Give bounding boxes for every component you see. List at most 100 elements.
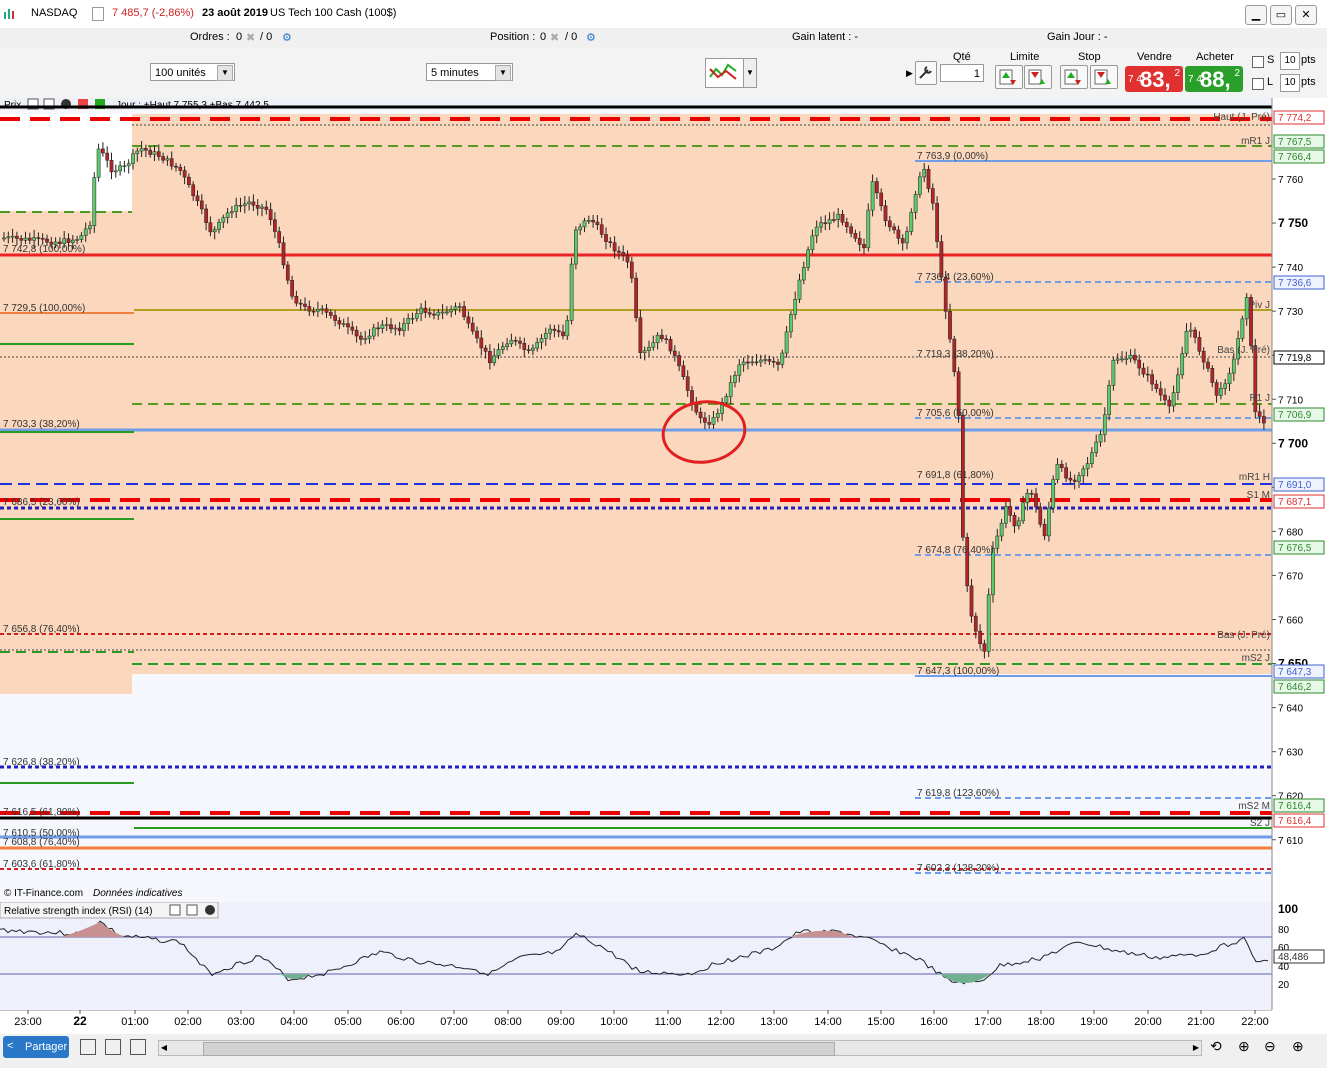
candle-body [479, 337, 484, 349]
chart-style-button[interactable] [705, 58, 745, 88]
candle-body [617, 250, 621, 253]
price-change: 7 485,7 (-2,86%) [112, 7, 194, 19]
buy-limit-button[interactable] [995, 65, 1023, 89]
chevron-down-icon[interactable]: ▼ [495, 65, 511, 81]
time-tick-label: 02:00 [174, 1016, 202, 1028]
price-tag-label: 7 646,2 [1278, 682, 1312, 693]
zoom-in-icon[interactable]: ⊕ [1292, 1038, 1308, 1054]
qty-input[interactable]: 1 [940, 64, 984, 82]
buy-label: Acheter [1196, 51, 1234, 63]
price-chart[interactable]: Prix Jour : +Haut 7 755,3 +Bas 7 442,5 7… [0, 98, 1327, 902]
calculator-icon[interactable] [105, 1039, 121, 1055]
candle-body [698, 411, 703, 419]
wrench-icon[interactable] [169, 904, 181, 916]
zoom-fit-icon[interactable]: ⊕ [1238, 1038, 1254, 1054]
candle-body [629, 261, 634, 279]
refresh-icon[interactable]: ⟲ [1210, 1038, 1226, 1054]
time-tick-label: 12:00 [707, 1016, 735, 1028]
share-button[interactable]: < Partager [3, 1036, 69, 1058]
stop-pts-label: pts [1301, 54, 1316, 66]
buy-stop-button[interactable] [1060, 65, 1088, 89]
candle-body [397, 327, 402, 331]
candle-body [561, 331, 565, 337]
position-settings-icon[interactable]: ⚙ [586, 31, 596, 44]
stop-points-input[interactable]: 10 [1280, 52, 1300, 70]
candle-body [505, 343, 509, 347]
buy-button[interactable]: 7 4 88, 2 [1185, 66, 1243, 92]
price-tick-label: 7 610 [1278, 836, 1303, 847]
sell-stop-icon [1094, 69, 1111, 85]
candle-body [260, 206, 264, 209]
maximize-button[interactable]: ▭ [1270, 5, 1292, 25]
zoom-out-icon[interactable]: ⊖ [1264, 1038, 1280, 1054]
sell-limit-button[interactable] [1024, 65, 1052, 89]
candle-body [763, 359, 767, 361]
candle-body [896, 229, 901, 239]
candle-body [457, 306, 462, 308]
candle-body [883, 205, 888, 222]
orders-settings-icon[interactable]: ⚙ [282, 31, 292, 44]
current-date: 23 août 2019 [202, 7, 269, 19]
candle-body [406, 318, 411, 324]
chevron-down-icon[interactable]: ▼ [217, 65, 233, 81]
price-tag-label: 7 774,2 [1278, 113, 1312, 124]
position-cancel-icon[interactable]: ✖ [550, 31, 559, 44]
instrument-name[interactable]: NASDAQ [31, 7, 77, 19]
candle-body [79, 235, 84, 240]
candle-body [900, 238, 905, 244]
candle-body [625, 254, 630, 263]
candle-body [27, 237, 32, 241]
wrench-button[interactable] [915, 61, 937, 85]
candle-body [346, 323, 350, 328]
limit-checkbox[interactable] [1252, 78, 1264, 90]
candle-body [88, 225, 92, 230]
scroll-left-icon[interactable]: ◀ [159, 1041, 169, 1055]
orders-cancel-icon[interactable]: ✖ [246, 31, 255, 44]
candle-body [6, 236, 11, 239]
candle-body [371, 327, 376, 337]
candle-body [535, 342, 540, 349]
candle-body [1206, 361, 1210, 369]
bottom-bar: < Partager ◀ ▶ ⟲ ⊕ ⊖ ⊕ [0, 1034, 1327, 1068]
fib-level-label: 7 674,8 (76,40%) [917, 545, 994, 556]
price-tag-label: 7 616,4 [1278, 816, 1312, 827]
tool-icon[interactable] [80, 1039, 96, 1055]
candle-body [62, 238, 67, 244]
window-icon[interactable] [186, 904, 198, 916]
candle-body [131, 153, 135, 164]
sell-stop-button[interactable] [1090, 65, 1118, 89]
candle-body [681, 365, 686, 377]
candle-body [1102, 414, 1107, 435]
candle-body [767, 359, 772, 362]
candle-body [40, 238, 45, 240]
candle-body [496, 349, 501, 357]
list-icon[interactable] [130, 1039, 146, 1055]
candle-body [440, 311, 445, 314]
panel-arrow-icon[interactable]: ▶ [906, 68, 913, 79]
limit-pts-label: pts [1301, 76, 1316, 88]
scrollbar-thumb[interactable] [203, 1042, 835, 1056]
candle-body [105, 152, 110, 161]
chart-style-dropdown[interactable]: ▼ [743, 58, 757, 88]
candle-body [135, 150, 140, 155]
close-icon[interactable] [205, 905, 215, 915]
orders-total: / 0 [260, 31, 273, 43]
interval-select[interactable]: 5 minutes ▼ [426, 63, 513, 81]
candle-body [187, 176, 191, 185]
candle-body [1012, 515, 1017, 527]
units-select[interactable]: 100 unités ▼ [150, 63, 235, 81]
candle-body [492, 355, 497, 364]
candle-body [522, 343, 527, 350]
candle-body [341, 323, 346, 325]
scroll-right-icon[interactable]: ▶ [1191, 1041, 1201, 1055]
close-button[interactable]: ✕ [1295, 5, 1317, 25]
stop-checkbox[interactable] [1252, 56, 1264, 68]
sell-button[interactable]: 7 4 83, 2 [1125, 66, 1183, 92]
rsi-panel[interactable]: Relative strength index (RSI) (14) 100 80… [0, 902, 1327, 1010]
minimize-button[interactable]: ▁ [1245, 5, 1267, 25]
limit-points-input[interactable]: 10 [1280, 74, 1300, 92]
horizontal-scrollbar[interactable]: ◀ ▶ [158, 1040, 1202, 1056]
candle-body [1219, 388, 1223, 396]
level-name-label: mR1 J [1241, 136, 1270, 147]
info-icon[interactable] [92, 7, 104, 21]
